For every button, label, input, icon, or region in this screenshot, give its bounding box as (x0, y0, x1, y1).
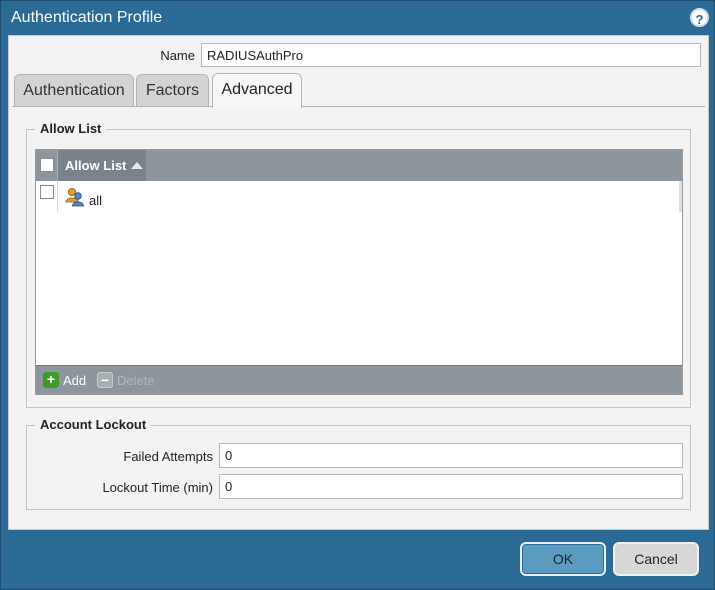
row-value: all (89, 193, 103, 208)
column-header-label: Allow List (65, 158, 127, 173)
lockout-time-label: Lockout Time (min) (102, 480, 213, 495)
tab-factors[interactable]: Factors (136, 74, 209, 107)
delete-button[interactable]: Delete (117, 373, 155, 388)
failed-attempts-label: Failed Attempts (123, 449, 213, 464)
sort-ascending-icon (131, 162, 144, 169)
dialog-title: Authentication Profile (11, 9, 163, 26)
dialog-title-bar[interactable]: Authentication Profile ? (1, 1, 715, 35)
failed-attempts-input[interactable] (219, 443, 683, 468)
table-row[interactable]: all (36, 181, 682, 212)
authentication-profile-dialog: Authentication Profile ? Name Authentica… (0, 0, 715, 590)
grid-toolbar: + Add − Delete (36, 365, 682, 394)
help-icon[interactable]: ? (690, 8, 709, 27)
tab-advanced[interactable]: Advanced (212, 73, 302, 108)
row-scroll-edge (679, 181, 682, 212)
cancel-button[interactable]: Cancel (613, 542, 699, 576)
add-button[interactable]: Add (63, 373, 86, 388)
delete-icon: − (97, 372, 113, 388)
allow-list-grid: Allow List all + Add − Delete (35, 149, 683, 395)
account-lockout-legend: Account Lockout (35, 417, 152, 432)
user-group-icon (65, 188, 84, 207)
row-checkbox[interactable] (40, 185, 54, 199)
tab-divider (12, 106, 705, 107)
dialog-content: Name Authentication Factors Advanced All… (8, 35, 709, 530)
header-select-cell (36, 150, 58, 181)
name-input[interactable] (201, 43, 701, 67)
account-lockout-group: Account Lockout Failed Attempts Lockout … (26, 417, 691, 510)
column-header-allow-list[interactable]: Allow List (58, 150, 146, 181)
row-select-cell (36, 181, 58, 212)
grid-header: Allow List (36, 150, 682, 181)
allow-list-group: Allow List Allow List all + Add − Delete (26, 121, 691, 408)
name-label: Name (160, 48, 195, 63)
add-icon: + (43, 372, 59, 388)
ok-button[interactable]: OK (520, 542, 606, 576)
lockout-time-input[interactable] (219, 474, 683, 499)
tab-authentication[interactable]: Authentication (14, 74, 134, 107)
select-all-checkbox[interactable] (40, 158, 54, 172)
allow-list-legend: Allow List (35, 121, 107, 136)
